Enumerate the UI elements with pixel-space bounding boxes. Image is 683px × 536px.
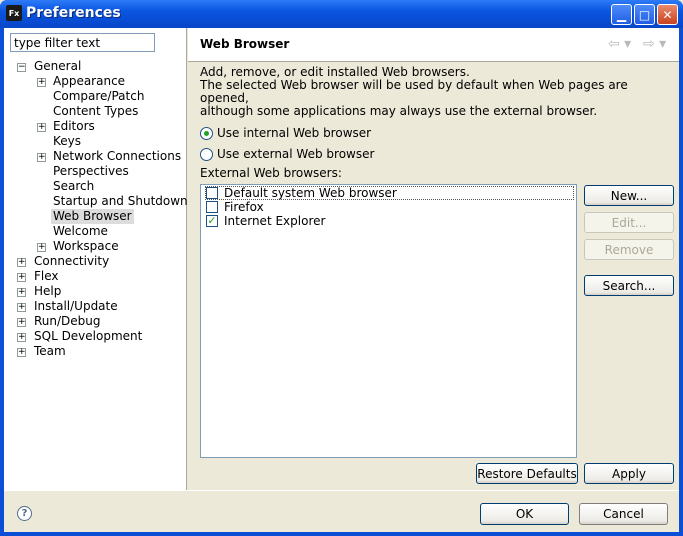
radio-button-icon[interactable] [200, 126, 213, 140]
tree-item-web-browser[interactable]: Web Browser [51, 209, 134, 224]
tree-item-appearance[interactable]: Appearance [53, 74, 125, 89]
filter-input[interactable] [10, 33, 155, 52]
expand-icon[interactable]: + [17, 258, 26, 267]
radio-selected-dot [204, 130, 209, 136]
page-header: Web Browser ⇦ ▾ ⇨ ▾ [188, 28, 679, 62]
list-item[interactable]: ✓ Internet Explorer [206, 214, 325, 228]
expand-icon[interactable]: + [17, 333, 26, 342]
expand-icon[interactable]: + [37, 123, 46, 132]
tree-item-install-update[interactable]: Install/Update [34, 299, 118, 314]
list-item[interactable]: Default system Web browser [205, 186, 574, 200]
radio-label: Use external Web browser [217, 147, 375, 161]
tree-item-connectivity[interactable]: Connectivity [34, 254, 109, 269]
remove-button[interactable]: Remove [584, 239, 674, 260]
apply-button[interactable]: Apply [584, 463, 674, 484]
tree-item-run-debug[interactable]: Run/Debug [34, 314, 101, 329]
checkbox-checked[interactable]: ✓ [206, 215, 218, 227]
expand-icon[interactable]: + [37, 243, 46, 252]
expand-icon[interactable]: + [17, 303, 26, 312]
preferences-window: Fx Preferences ▁ □ ✕ − General + Appeara… [0, 0, 683, 536]
expand-icon[interactable]: + [17, 288, 26, 297]
browsers-list-label: External Web browsers: [200, 166, 342, 180]
expand-icon[interactable]: + [17, 318, 26, 327]
back-arrow-icon[interactable]: ⇦ ▾ [608, 36, 631, 52]
minimize-button[interactable]: ▁ [611, 4, 632, 25]
maximize-button[interactable]: □ [634, 4, 655, 25]
tree-item-help[interactable]: Help [34, 284, 61, 299]
page-description: Add, remove, or edit installed Web brows… [200, 66, 675, 118]
window-title: Preferences [26, 5, 121, 21]
preference-tree-pane: − General + Appearance Compare/Patch Con… [4, 28, 188, 490]
title-bar[interactable]: Fx Preferences ▁ □ ✕ [0, 0, 683, 28]
browsers-list[interactable]: Default system Web browser Firefox ✓ Int… [200, 184, 577, 458]
tree-item-welcome[interactable]: Welcome [53, 224, 108, 239]
maximize-icon: □ [638, 7, 651, 22]
checkbox[interactable] [206, 201, 218, 213]
expand-icon[interactable]: + [17, 348, 26, 357]
tree-item-perspectives[interactable]: Perspectives [53, 164, 129, 179]
radio-use-external[interactable]: Use external Web browser [200, 147, 374, 161]
tree-item-network-connections[interactable]: Network Connections [53, 149, 181, 164]
list-item[interactable]: Firefox [206, 200, 264, 214]
tree-item-workspace[interactable]: Workspace [53, 239, 119, 254]
checkbox[interactable] [206, 187, 218, 199]
tree-item-keys[interactable]: Keys [53, 134, 81, 149]
tree-item-editors[interactable]: Editors [53, 119, 95, 134]
tree-item-compare-patch[interactable]: Compare/Patch [53, 89, 144, 104]
forward-arrow-icon[interactable]: ⇨ ▾ [643, 36, 666, 52]
page-title: Web Browser [200, 37, 290, 51]
cancel-button[interactable]: Cancel [579, 503, 668, 525]
help-icon[interactable]: ? [17, 506, 32, 521]
browser-name: Internet Explorer [224, 214, 326, 228]
preference-page: Web Browser ⇦ ▾ ⇨ ▾ Add, remove, or edit… [188, 28, 679, 490]
close-icon: ✕ [662, 7, 673, 22]
close-button[interactable]: ✕ [657, 4, 678, 25]
browser-name: Default system Web browser [224, 186, 397, 200]
description-line: although some applications may always us… [200, 104, 598, 118]
tree-item-search[interactable]: Search [53, 179, 94, 194]
dialog-client: − General + Appearance Compare/Patch Con… [4, 28, 679, 532]
radio-use-internal[interactable]: Use internal Web browser [200, 126, 371, 140]
radio-button-icon[interactable] [200, 147, 213, 161]
ok-button[interactable]: OK [480, 503, 569, 525]
app-icon: Fx [6, 5, 22, 21]
search-button[interactable]: Search... [584, 275, 674, 296]
edit-button[interactable]: Edit... [584, 212, 674, 233]
restore-defaults-button[interactable]: Restore Defaults [476, 463, 578, 484]
expand-icon[interactable]: + [17, 273, 26, 282]
tree-item-team[interactable]: Team [34, 344, 66, 359]
description-line: The selected Web browser will be used by… [200, 78, 628, 105]
expand-icon[interactable]: + [37, 153, 46, 162]
radio-label: Use internal Web browser [217, 126, 372, 140]
new-button[interactable]: New... [584, 185, 674, 206]
minimize-icon: ▁ [616, 7, 627, 22]
tree-item-content-types[interactable]: Content Types [53, 104, 138, 119]
footer-separator [4, 490, 679, 491]
tree-item-sql-development[interactable]: SQL Development [34, 329, 142, 344]
expand-icon[interactable]: + [37, 78, 46, 87]
tree-item-flex[interactable]: Flex [34, 269, 59, 284]
browser-name: Firefox [224, 200, 264, 214]
tree-item-general[interactable]: General [34, 59, 81, 74]
collapse-icon[interactable]: − [17, 63, 26, 72]
tree-item-startup-shutdown[interactable]: Startup and Shutdown [53, 194, 188, 209]
